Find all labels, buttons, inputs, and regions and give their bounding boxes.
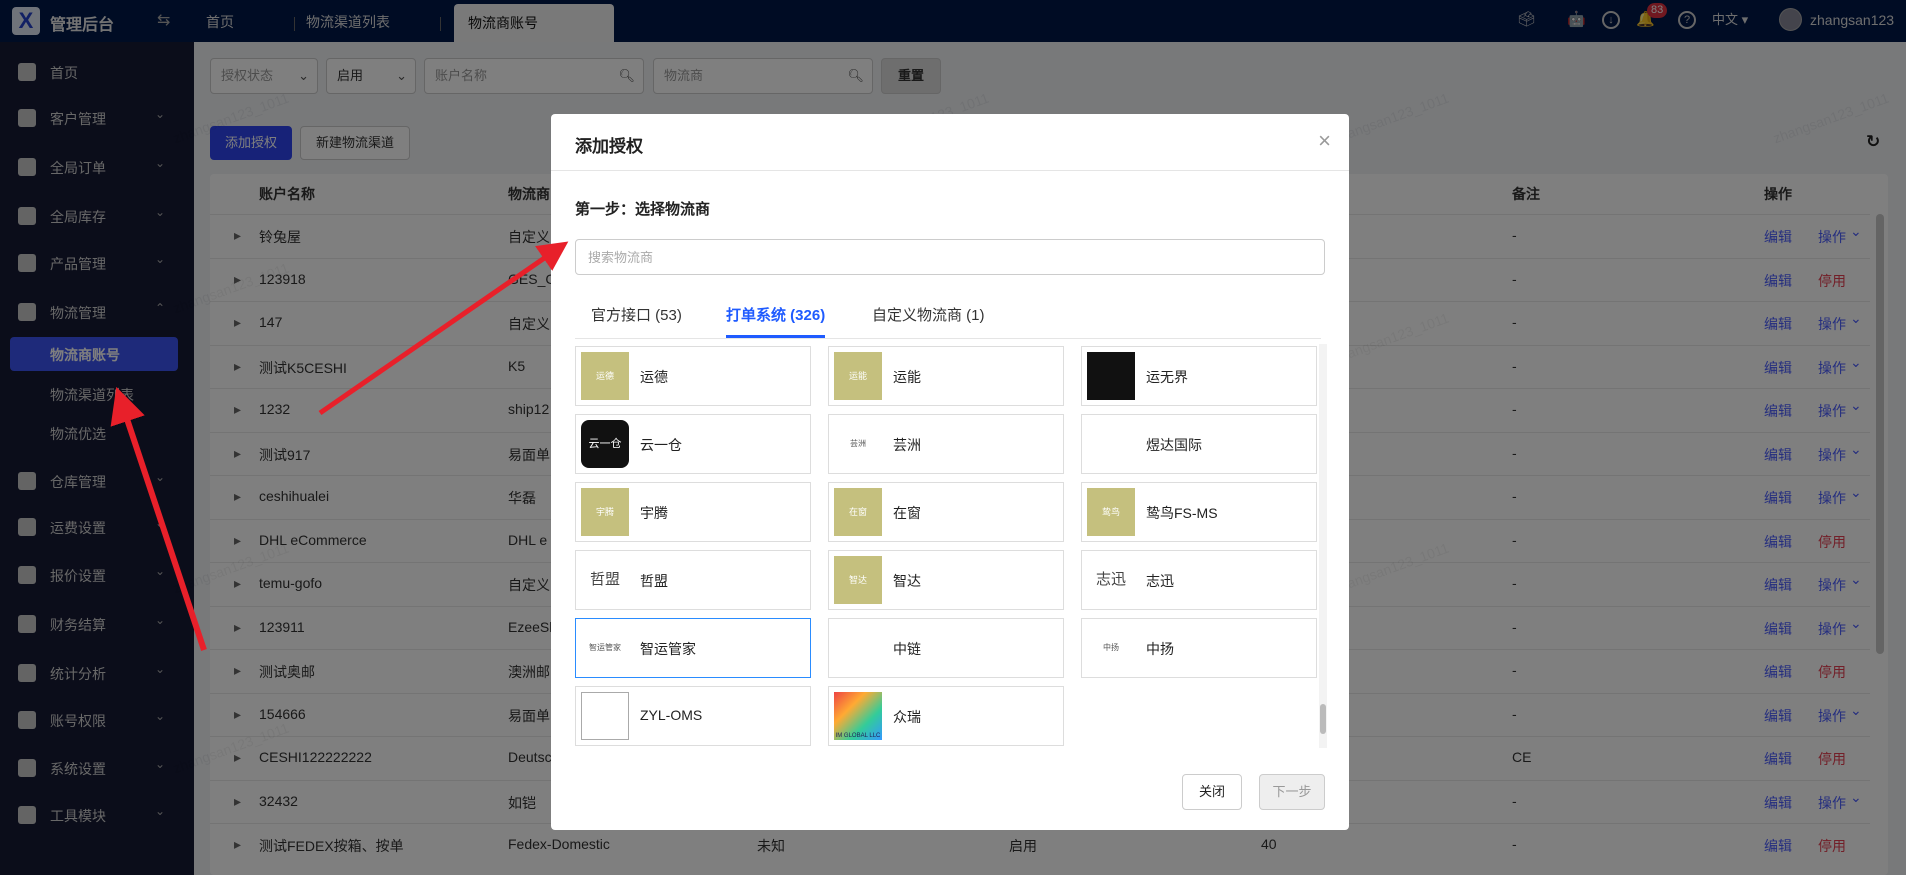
carrier-card[interactable]: 智达 智达 — [828, 550, 1064, 610]
carrier-card[interactable]: 在窗 在窗 — [828, 482, 1064, 542]
carrier-card[interactable]: 志迅 志迅 — [1081, 550, 1317, 610]
carrier-logo: 智运管家 — [589, 643, 621, 652]
carrier-logo — [834, 624, 882, 672]
carrier-card[interactable]: 哲盟 哲盟 — [575, 550, 811, 610]
carrier-name: 在窗 — [893, 505, 921, 521]
carrier-card[interactable]: 宇腾 宇腾 — [575, 482, 811, 542]
carrier-logo — [581, 692, 629, 740]
carrier-name: 志迅 — [1146, 573, 1174, 589]
divider — [551, 170, 1349, 171]
carrier-name: 芸洲 — [893, 437, 921, 453]
carrier-logo: 中扬 — [1103, 643, 1119, 652]
scroll-thumb[interactable] — [1320, 704, 1326, 734]
carrier-name: 智达 — [893, 573, 921, 589]
carrier-logo: IM GLOBAL LLC — [834, 692, 882, 740]
carrier-name: 煜达国际 — [1146, 437, 1202, 453]
carrier-name: 运德 — [640, 369, 668, 385]
carrier-name: 鸷鸟FS-MS — [1146, 505, 1218, 521]
carrier-name: 哲盟 — [640, 573, 668, 589]
carrier-logo: 志迅 — [1095, 571, 1126, 588]
carrier-logo: 宇腾 — [581, 488, 629, 536]
carrier-name: 运能 — [893, 369, 921, 385]
carrier-name: 中扬 — [1146, 641, 1174, 657]
carrier-card[interactable]: 智运管家 智运管家 — [575, 618, 811, 678]
carrier-logo: 运能 — [834, 352, 882, 400]
carrier-name: 智运管家 — [640, 641, 696, 657]
carrier-name: 中链 — [893, 641, 921, 657]
carrier-logo: 云一仓 — [581, 420, 629, 468]
carrier-grid-scrollbar[interactable] — [1319, 344, 1327, 748]
close-icon[interactable]: × — [1318, 128, 1331, 154]
carrier-name: 云一仓 — [640, 437, 682, 453]
carrier-card[interactable]: 芸洲 芸洲 — [828, 414, 1064, 474]
carrier-logo: 在窗 — [834, 488, 882, 536]
carrier-card[interactable]: 鸷鸟 鸷鸟FS-MS — [1081, 482, 1317, 542]
tab-custom-carrier[interactable]: 自定义物流商 (1) — [872, 304, 985, 338]
carrier-name: 宇腾 — [640, 505, 668, 521]
carrier-logo: 鸷鸟 — [1087, 488, 1135, 536]
carrier-card[interactable]: 中链 — [828, 618, 1064, 678]
tab-official-api[interactable]: 官方接口 (53) — [591, 304, 682, 338]
carrier-search-input[interactable] — [575, 239, 1325, 275]
carrier-logo: 芸洲 — [850, 439, 866, 448]
carrier-card[interactable]: 运能 运能 — [828, 346, 1064, 406]
carrier-logo: 运德 — [581, 352, 629, 400]
carrier-card[interactable]: ZYL-OMS — [575, 686, 811, 746]
tab-print-system[interactable]: 打单系统 (326) — [726, 304, 826, 338]
step-label: 第一步：选择物流商 — [575, 201, 711, 218]
carrier-logo — [1087, 352, 1135, 400]
carrier-grid: 运德 运德 运能 运能 运无界 云一仓 云一仓 芸洲 芸洲 煜达国际 宇腾 宇腾 在窗 在窗 鸷鸟 鸷鸟FS-… — [575, 342, 1321, 750]
carrier-logo — [1087, 420, 1135, 468]
carrier-card[interactable]: 中扬 中扬 — [1081, 618, 1317, 678]
carrier-name: 运无界 — [1146, 369, 1188, 385]
carrier-logo: 智达 — [834, 556, 882, 604]
carrier-card[interactable]: 煜达国际 — [1081, 414, 1317, 474]
add-auth-dialog: 添加授权 × 第一步：选择物流商 官方接口 (53) 打单系统 (326) 自定… — [551, 114, 1349, 830]
carrier-card[interactable]: 云一仓 云一仓 — [575, 414, 811, 474]
carrier-card[interactable]: 运无界 — [1081, 346, 1317, 406]
tab-divider — [575, 338, 1321, 339]
carrier-name: 众瑞 — [893, 709, 921, 725]
close-button[interactable]: 关闭 — [1182, 774, 1242, 810]
carrier-name: ZYL-OMS — [640, 707, 703, 723]
next-step-button[interactable]: 下一步 — [1259, 774, 1325, 810]
carrier-logo: 哲盟 — [589, 571, 620, 588]
dialog-title: 添加授权 — [575, 137, 643, 156]
carrier-card[interactable]: 运德 运德 — [575, 346, 811, 406]
carrier-card[interactable]: IM GLOBAL LLC 众瑞 — [828, 686, 1064, 746]
